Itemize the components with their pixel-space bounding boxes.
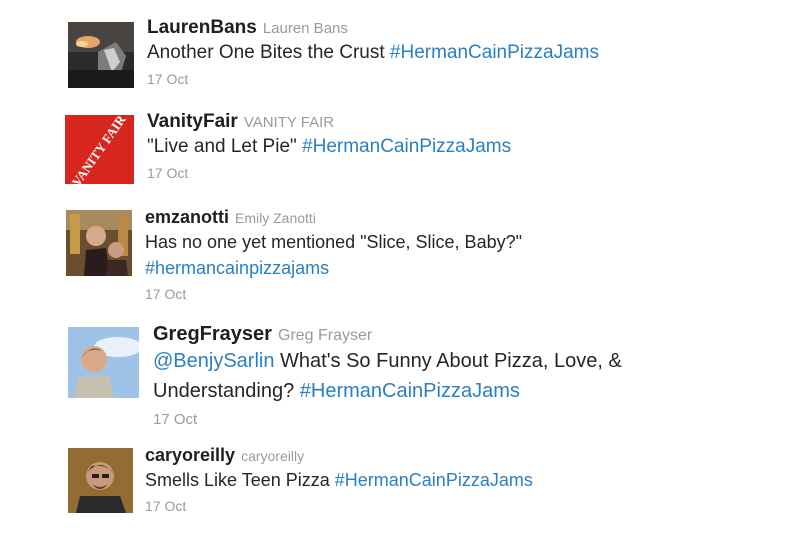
tweet-text-line: Smells Like Teen Pizza #HermanCainPizzaJ… [145,467,533,493]
tweet-header: emzanotti Emily Zanotti [145,205,522,229]
hashtag-link[interactable]: #HermanCainPizzaJams [390,42,599,63]
hashtag-link[interactable]: #HermanCainPizzaJams [300,380,520,402]
screen-name[interactable]: caryoreilly [145,445,235,465]
hashtag-link[interactable]: #hermancainpizzajams [145,258,329,278]
timestamp[interactable]: 17 Oct [145,493,533,519]
avatar-photo [68,22,134,88]
avatar[interactable] [68,22,134,88]
tweet-text-line: Has no one yet mentioned "Slice, Slice, … [145,229,522,255]
tweet-text-line: Another One Bites the Crust #HermanCainP… [147,40,599,66]
avatar-photo [66,210,132,276]
avatar[interactable] [68,327,139,398]
vanity-fair-logo: VANITY FAIR [65,115,134,184]
tweet-text-line: Understanding? #HermanCainPizzaJams [153,376,622,406]
text-plain: Another One Bites the Crust [147,42,390,63]
tweet-content: emzanotti Emily Zanotti Has no one yet me… [145,205,522,307]
text-plain: Has no one yet mentioned "Slice, Slice, … [145,232,522,252]
timestamp[interactable]: 17 Oct [145,281,522,307]
screen-name[interactable]: VanityFair [147,111,238,132]
hashtag-link[interactable]: #HermanCainPizzaJams [335,470,533,490]
avatar[interactable] [68,448,133,513]
hashtag-link[interactable]: #HermanCainPizzaJams [302,136,511,157]
tweet-header: GregFrayser Greg Frayser [153,322,622,346]
text-plain: What's So Funny About Pizza, Love, & [274,350,622,372]
tweet-header: VanityFair VANITY FAIR [147,110,511,134]
tweet-text-line: #hermancainpizzajams [145,255,522,281]
text-plain: "Live and Let Pie" [147,136,303,157]
screen-name[interactable]: GregFrayser [153,323,272,345]
full-name[interactable]: caryoreilly [241,448,304,464]
tweet-text: Has no one yet mentioned "Slice, Slice, … [145,229,522,281]
tweet-text: "Live and Let Pie" #HermanCainPizzaJams [147,134,511,160]
mention-link[interactable]: @BenjySarlin [153,350,274,372]
full-name[interactable]: Greg Frayser [278,327,372,344]
tweet-text: Smells Like Teen Pizza #HermanCainPizzaJ… [145,467,533,493]
tweet-header: caryoreilly caryoreilly [145,443,533,467]
timestamp[interactable]: 17 Oct [147,66,599,92]
full-name[interactable]: Lauren Bans [263,20,348,37]
full-name[interactable]: Emily Zanotti [235,210,316,226]
tweet-content: LaurenBans Lauren Bans Another One Bites … [147,16,599,92]
screen-name[interactable]: LaurenBans [147,17,257,38]
tweet-content: caryoreilly caryoreilly Smells Like Teen … [145,443,533,519]
tweet-header: LaurenBans Lauren Bans [147,16,599,40]
avatar[interactable] [66,210,132,276]
avatar-photo [68,448,133,513]
timestamp[interactable]: 17 Oct [153,406,622,434]
tweet-text: @BenjySarlin What's So Funny About Pizza… [153,346,622,406]
timestamp[interactable]: 17 Oct [147,160,511,186]
tweet-text: Another One Bites the Crust #HermanCainP… [147,40,599,66]
text-plain: Smells Like Teen Pizza [145,470,335,490]
tweet-text-line: @BenjySarlin What's So Funny About Pizza… [153,346,622,376]
tweet-content: VanityFair VANITY FAIR "Live and Let Pie"… [147,110,511,186]
tweet-text-line: "Live and Let Pie" #HermanCainPizzaJams [147,134,511,160]
text-plain: Understanding? [153,380,300,402]
screen-name[interactable]: emzanotti [145,207,229,227]
full-name[interactable]: VANITY FAIR [244,114,334,131]
avatar-photo [68,327,139,398]
avatar[interactable]: VANITY FAIR [65,115,134,184]
tweet-content: GregFrayser Greg Frayser @BenjySarlin Wha… [153,322,622,434]
